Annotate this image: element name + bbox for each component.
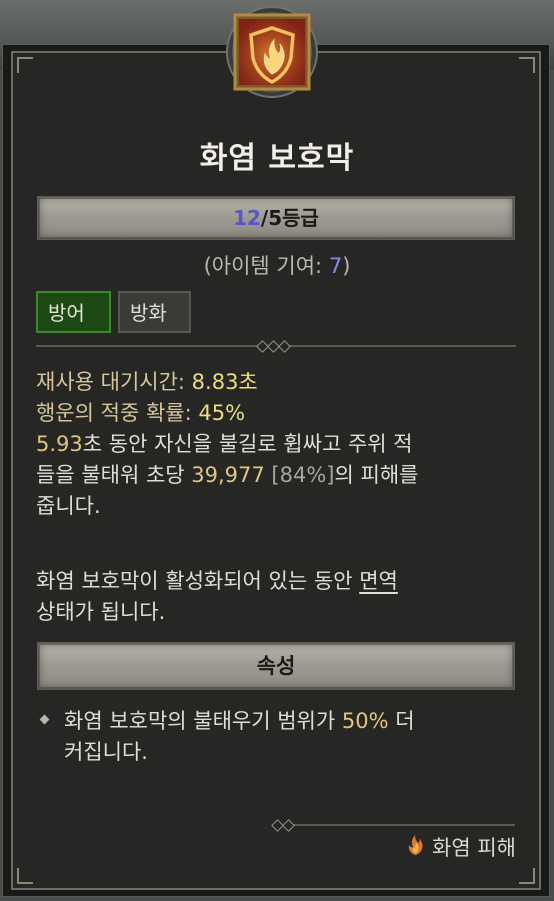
lucky-hit-line: 행운의 적중 확률: 45% [36,401,246,425]
tag-defense: 방어 [36,291,111,333]
fire-icon [406,834,424,861]
rank-banner: 12/5등급 [37,196,515,240]
description-line: 들을 불태워 초당 39,977 [84%]의 피해를 [36,463,419,487]
skill-emblem-icon [225,2,319,102]
rank-current: 12 [233,206,261,230]
damage-type-label: 화염 피해 [432,836,516,860]
cooldown-line: 재사용 대기시간: 8.83초 [36,370,258,394]
cooldown-value: 8.83초 [191,370,258,394]
rank-max: /5등급 [260,206,319,230]
attribute-value: 50% [341,709,389,733]
description-line: 5.93초 동안 자신을 불길로 휩싸고 주위 적 [36,432,413,456]
skill-title: 화염 보호막 [199,141,355,176]
tag-fire: 방화 [118,291,191,333]
item-contribution: (아이템 기여: 7) [203,254,351,278]
contribution-value: 7 [328,254,343,278]
attribute-header: 속성 [37,642,515,690]
damage-type: 화염 피해 [406,832,516,862]
description-line: 줍니다. [36,494,101,518]
damage-value: 39,977 [191,463,265,487]
skill-stats: 재사용 대기시간: 8.83초 행운의 적중 확률: 45% 5.93초 동안 … [36,367,506,522]
lucky-hit-value: 45% [198,401,246,425]
immune-description: 화염 보호막이 활성화되어 있는 동안 면역 상태가 됩니다. [36,569,398,624]
attribute-item: 화염 보호막의 불태우기 범위가 50% 더 커집니다. [64,709,415,764]
immune-keyword[interactable]: 면역 [359,569,398,593]
footer-divider [285,824,515,826]
